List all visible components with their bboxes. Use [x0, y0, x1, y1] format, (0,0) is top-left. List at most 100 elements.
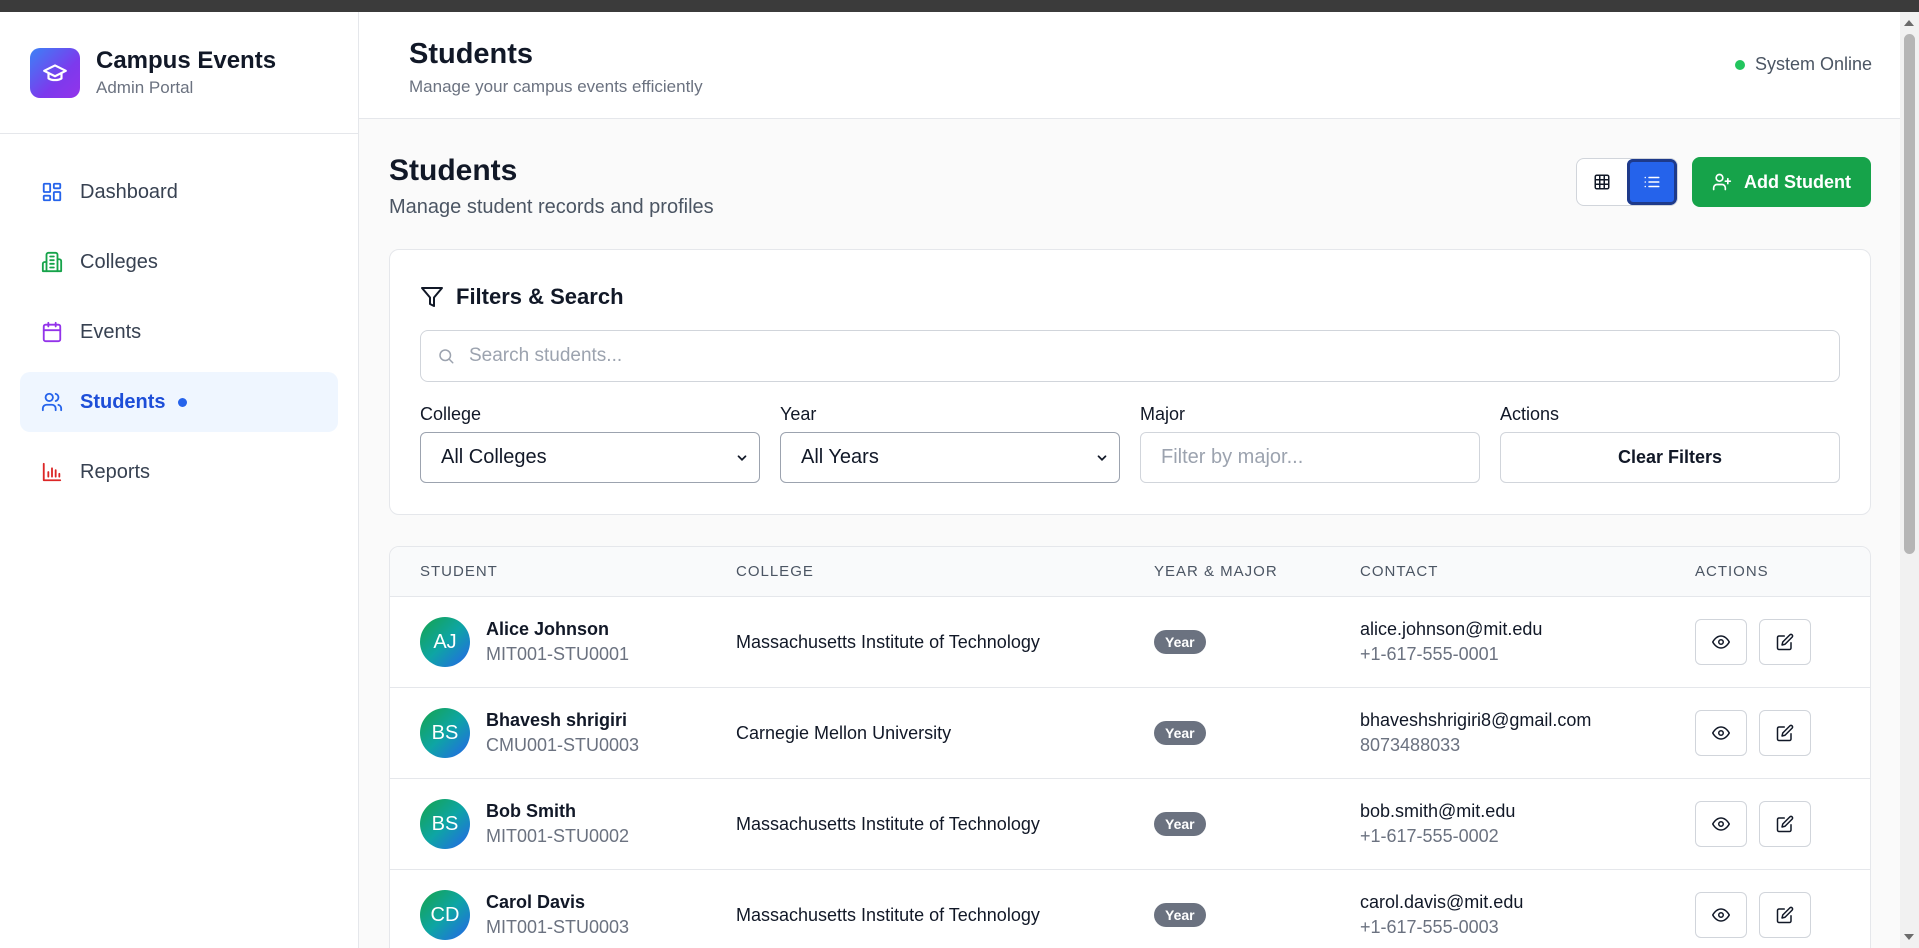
year-select-value: All Years — [801, 446, 879, 468]
building-icon — [40, 250, 64, 274]
clear-filters-button[interactable]: Clear Filters — [1500, 432, 1840, 483]
brand-title: Campus Events — [96, 47, 277, 74]
view-button[interactable] — [1695, 710, 1747, 756]
column-header-college[interactable]: COLLEGE — [736, 563, 1154, 580]
eye-icon — [1712, 635, 1730, 649]
actions-filter: Actions Clear Filters — [1500, 404, 1840, 483]
sidebar-item-label: Reports — [80, 460, 151, 483]
student-id: MIT001-STU0002 — [486, 826, 630, 846]
scroll-thumb[interactable] — [1904, 34, 1915, 554]
page-scrollbar[interactable] — [1900, 12, 1919, 948]
avatar: BS — [420, 799, 470, 849]
system-status: System Online — [1734, 54, 1872, 75]
users-icon — [40, 390, 64, 414]
scroll-down-arrow-icon[interactable] — [1904, 934, 1914, 940]
edit-icon — [1776, 906, 1794, 924]
student-meta: Bhavesh shrigiri CMU001-STU0003 — [486, 710, 639, 756]
edit-icon — [1776, 633, 1794, 651]
filter-grid: College All Colleges Year All Years Majo… — [420, 404, 1840, 483]
sidebar-item-students[interactable]: Students — [20, 372, 338, 432]
view-toggle — [1576, 158, 1679, 206]
edit-button[interactable] — [1759, 710, 1811, 756]
eye-icon — [1712, 908, 1730, 922]
sidebar-item-events[interactable]: Events — [20, 302, 338, 362]
bar-chart-icon — [40, 460, 64, 484]
student-id: CMU001-STU0003 — [486, 735, 640, 755]
year-filter-label: Year — [780, 404, 817, 424]
layout-dashboard-icon — [40, 180, 64, 204]
year-select[interactable]: All Years — [780, 432, 1120, 483]
eye-icon — [1712, 726, 1730, 740]
sidebar-item-reports[interactable]: Reports — [20, 442, 338, 502]
view-button[interactable] — [1695, 619, 1747, 665]
student-name: Bob Smith — [486, 801, 576, 821]
sidebar: Campus Events Admin Portal Dashboard Col… — [0, 12, 359, 948]
grid-view-button[interactable] — [1577, 159, 1627, 205]
list-icon — [1644, 176, 1660, 188]
major-filter-label: Major — [1140, 404, 1186, 424]
table-row[interactable]: AJ Alice Johnson MIT001-STU0001 Massachu… — [390, 597, 1870, 688]
filters-panel: Filters & Search College All Colleges — [389, 249, 1871, 515]
list-view-button[interactable] — [1627, 159, 1678, 205]
contact-phone: +1-617-555-0002 — [1360, 826, 1499, 846]
contact-cell: bhaveshshrigiri8@gmail.com 8073488033 — [1360, 710, 1695, 756]
top-header: Students Manage your campus events effic… — [359, 12, 1900, 119]
table-row[interactable]: CD Carol Davis MIT001-STU0003 Massachuse… — [390, 870, 1870, 948]
actions-label: Actions — [1500, 404, 1560, 424]
student-meta: Carol Davis MIT001-STU0003 — [486, 892, 629, 938]
year-badge: Year — [1154, 721, 1206, 745]
year-major-cell: Year — [1154, 721, 1360, 745]
college-filter-label: College — [420, 404, 482, 424]
main-area: Students Manage your campus events effic… — [359, 12, 1900, 948]
view-button[interactable] — [1695, 892, 1747, 938]
view-button[interactable] — [1695, 801, 1747, 847]
avatar: AJ — [420, 617, 470, 667]
header-title: Students — [409, 38, 534, 70]
contact-cell: carol.davis@mit.edu +1-617-555-0003 — [1360, 892, 1695, 938]
chevron-down-icon — [1097, 454, 1107, 461]
search-input[interactable] — [469, 345, 1839, 367]
status-dot — [1734, 59, 1745, 70]
college-cell: Carnegie Mellon University — [736, 722, 952, 743]
student-meta: Bob Smith MIT001-STU0002 — [486, 801, 629, 847]
add-student-label: Add Student — [1744, 171, 1851, 192]
filter-icon — [421, 287, 443, 307]
student-name: Carol Davis — [486, 892, 586, 912]
major-input[interactable] — [1140, 432, 1480, 483]
students-table: STUDENT COLLEGE YEAR & MAJOR CONTACT ACT… — [389, 546, 1871, 948]
student-name: Alice Johnson — [486, 619, 610, 639]
column-header-year-major[interactable]: YEAR & MAJOR — [1154, 563, 1360, 580]
brand-subtitle: Admin Portal — [96, 78, 194, 97]
edit-button[interactable] — [1759, 619, 1811, 665]
app-window: Campus Events Admin Portal Dashboard Col… — [0, 12, 1900, 948]
student-meta: Alice Johnson MIT001-STU0001 — [486, 619, 629, 665]
column-header-contact[interactable]: CONTACT — [1360, 563, 1695, 580]
scroll-up-arrow-icon[interactable] — [1904, 20, 1914, 26]
table-row[interactable]: BS Bhavesh shrigiri CMU001-STU0003 Carne… — [390, 688, 1870, 779]
edit-icon — [1776, 815, 1794, 833]
brand-text: Campus Events Admin Portal — [96, 47, 276, 98]
college-select[interactable]: All Colleges — [420, 432, 760, 483]
brand: Campus Events Admin Portal — [0, 12, 358, 134]
edit-button[interactable] — [1759, 892, 1811, 938]
eye-icon — [1712, 817, 1730, 831]
page-header: Students Manage student records and prof… — [389, 119, 1871, 249]
table-row[interactable]: BS Bob Smith MIT001-STU0002 Massachusett… — [390, 779, 1870, 870]
sidebar-item-label: Dashboard — [80, 180, 178, 203]
sidebar-item-dashboard[interactable]: Dashboard — [20, 162, 338, 222]
active-indicator-dot — [177, 397, 187, 407]
column-header-actions: ACTIONS — [1695, 563, 1769, 580]
column-header-student[interactable]: STUDENT — [420, 563, 736, 580]
college-cell: Massachusetts Institute of Technology — [736, 813, 1040, 834]
student-cell: BS Bob Smith MIT001-STU0002 — [420, 799, 736, 849]
year-major-cell: Year — [1154, 812, 1360, 836]
search-icon — [439, 349, 454, 364]
user-plus-icon — [1712, 173, 1732, 191]
contact-cell: alice.johnson@mit.edu +1-617-555-0001 — [1360, 619, 1695, 665]
add-student-button[interactable]: Add Student — [1692, 157, 1871, 207]
edit-button[interactable] — [1759, 801, 1811, 847]
window-top-bar — [0, 0, 1919, 12]
sidebar-item-colleges[interactable]: Colleges — [20, 232, 338, 292]
filters-header: Filters & Search — [420, 284, 1840, 310]
actions-cell — [1695, 710, 1845, 756]
